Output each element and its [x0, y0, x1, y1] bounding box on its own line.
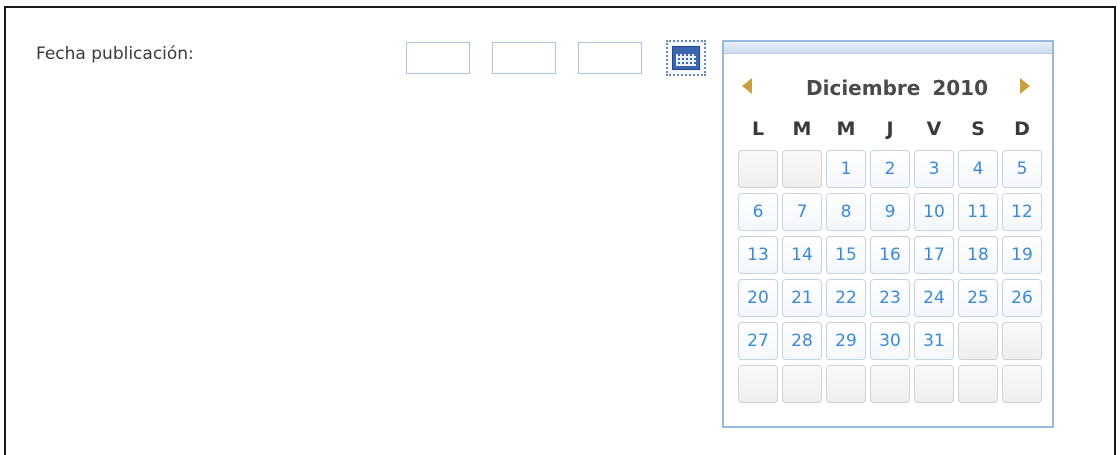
month-input-box[interactable]: [492, 42, 556, 74]
weekday-row: LMMJVSD: [738, 118, 1046, 142]
day-cell[interactable]: 20: [738, 279, 778, 317]
calendar-title-bar[interactable]: [724, 42, 1052, 54]
day-cell[interactable]: 30: [870, 322, 910, 360]
empty-day-cell: [738, 365, 778, 403]
calendar-icon: [672, 46, 700, 70]
arrow-left-icon[interactable]: [742, 78, 752, 94]
day-cell[interactable]: 13: [738, 236, 778, 274]
day-cell[interactable]: 11: [958, 193, 998, 231]
year-label: 2010: [932, 76, 988, 100]
weekday-header: D: [1014, 118, 1030, 140]
day-cell[interactable]: 31: [914, 322, 954, 360]
empty-day-cell: [738, 150, 778, 188]
empty-day-cell: [958, 365, 998, 403]
day-cell[interactable]: 14: [782, 236, 822, 274]
day-cell[interactable]: 9: [870, 193, 910, 231]
day-cell[interactable]: 25: [958, 279, 998, 317]
day-cell[interactable]: 28: [782, 322, 822, 360]
empty-day-cell: [914, 365, 954, 403]
empty-day-cell: [1002, 322, 1042, 360]
day-cell[interactable]: 8: [826, 193, 866, 231]
day-cell[interactable]: 26: [1002, 279, 1042, 317]
day-cell[interactable]: 12: [1002, 193, 1042, 231]
day-cell[interactable]: 3: [914, 150, 954, 188]
weekday-header: V: [926, 118, 942, 140]
day-cell[interactable]: 24: [914, 279, 954, 317]
day-cell[interactable]: 4: [958, 150, 998, 188]
calendar-header: Diciembre 2010: [724, 72, 1052, 106]
weekday-header: L: [751, 118, 765, 140]
day-cell[interactable]: 7: [782, 193, 822, 231]
empty-day-cell: [870, 365, 910, 403]
day-cell[interactable]: 2: [870, 150, 910, 188]
day-cell[interactable]: 27: [738, 322, 778, 360]
day-cell[interactable]: 23: [870, 279, 910, 317]
day-cell[interactable]: 22: [826, 279, 866, 317]
weekday-header: S: [971, 118, 985, 140]
day-input-box[interactable]: [406, 42, 470, 74]
empty-day-cell: [1002, 365, 1042, 403]
weekday-header: J: [886, 118, 894, 140]
day-cell[interactable]: 16: [870, 236, 910, 274]
day-cell[interactable]: 15: [826, 236, 866, 274]
weekday-header: M: [836, 118, 856, 140]
empty-day-cell: [826, 365, 866, 403]
day-cell[interactable]: 19: [1002, 236, 1042, 274]
empty-day-cell: [782, 150, 822, 188]
year-input-box[interactable]: [578, 42, 642, 74]
day-cell[interactable]: 17: [914, 236, 954, 274]
calendar-popup: Diciembre 2010 LMMJVSD 1 2 3 4 5 6 7 8 9 10 11 12 13 1…: [722, 40, 1054, 428]
year-input[interactable]: [579, 43, 641, 73]
day-cell[interactable]: 18: [958, 236, 998, 274]
empty-day-cell: [958, 322, 998, 360]
empty-day-cell: [782, 365, 822, 403]
day-cell[interactable]: 5: [1002, 150, 1042, 188]
day-cell[interactable]: 29: [826, 322, 866, 360]
weekday-header: M: [792, 118, 812, 140]
month-input[interactable]: [493, 43, 555, 73]
arrow-right-icon[interactable]: [1020, 78, 1030, 94]
day-cell[interactable]: 6: [738, 193, 778, 231]
day-cell[interactable]: 10: [914, 193, 954, 231]
day-input[interactable]: [407, 43, 469, 73]
month-year-title: Diciembre 2010: [806, 76, 988, 100]
fecha-publicacion-label: Fecha publicación:: [36, 44, 194, 64]
month-label: Diciembre: [806, 76, 921, 100]
calendar-button[interactable]: [666, 40, 706, 76]
day-cell[interactable]: 21: [782, 279, 822, 317]
day-cell[interactable]: 1: [826, 150, 866, 188]
